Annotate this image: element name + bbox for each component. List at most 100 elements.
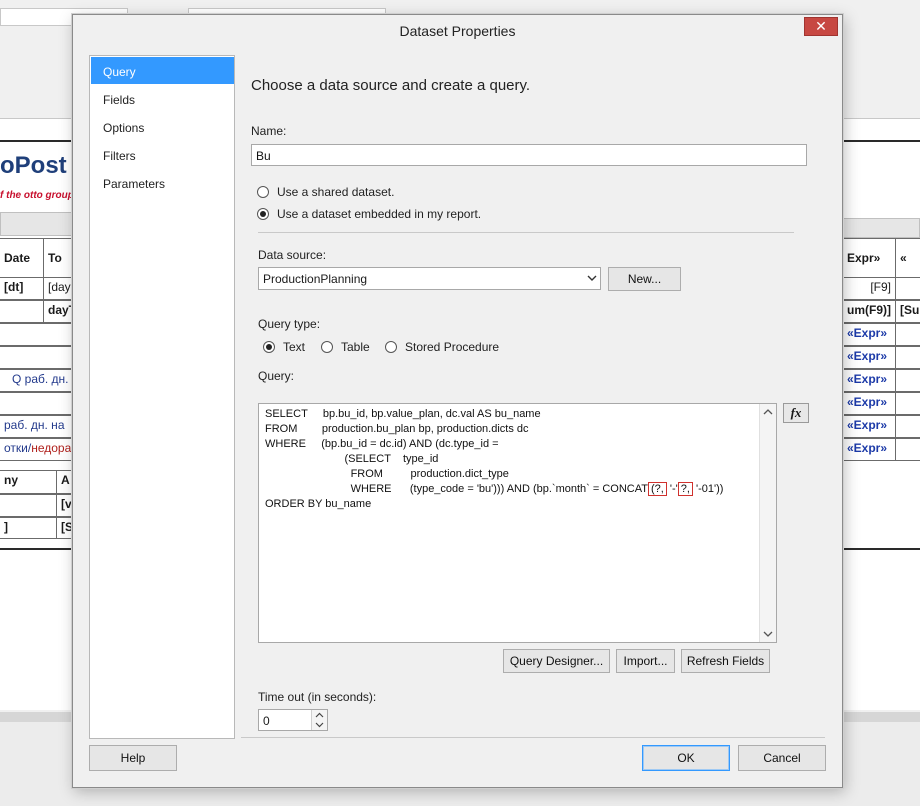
company-logo: oPost f the otto group bbox=[0, 152, 74, 201]
table-cell-expr-2: «Expr» bbox=[842, 346, 896, 369]
radio-shared-indicator[interactable] bbox=[257, 186, 269, 198]
radio-shared-label: Use a shared dataset. bbox=[277, 185, 395, 199]
table-cell-blank-right bbox=[895, 277, 920, 300]
report-header-band-right bbox=[843, 218, 920, 238]
timeout-value: 0 bbox=[263, 714, 270, 728]
fx-icon: fx bbox=[790, 405, 802, 420]
data-source-select[interactable]: ProductionPlanning bbox=[258, 267, 601, 290]
dataset-properties-dialog: Dataset Properties ✕ Query Fields Option… bbox=[72, 14, 843, 788]
table-cell-f9: [F9] bbox=[842, 277, 896, 300]
timeout-label: Time out (in seconds): bbox=[258, 690, 377, 704]
chevron-down-icon bbox=[587, 275, 597, 281]
table-cell-bracket: ] bbox=[0, 517, 57, 539]
table-cell-right-6 bbox=[895, 438, 920, 461]
close-button[interactable]: ✕ bbox=[804, 17, 838, 36]
table-header-expr: Expr» bbox=[842, 238, 896, 278]
table-cell-right-5 bbox=[895, 415, 920, 438]
radio-sp-label: Stored Procedure bbox=[405, 340, 500, 354]
table-header-guillemet: « bbox=[895, 238, 920, 278]
table-cell-su: [Su bbox=[895, 300, 920, 323]
nav-item-options[interactable]: Options bbox=[91, 113, 234, 140]
radio-query-text[interactable]: Text bbox=[263, 340, 305, 354]
radio-embedded-dataset[interactable]: Use a dataset embedded in my report. bbox=[257, 207, 481, 221]
radio-table-label: Table bbox=[341, 340, 370, 354]
help-button[interactable]: Help bbox=[89, 745, 177, 771]
table-cell-empty bbox=[0, 300, 44, 323]
dialog-nav: Query Fields Options Filters Parameters bbox=[89, 55, 235, 739]
table-header-date: Date bbox=[0, 238, 44, 278]
table-cell-right-1 bbox=[895, 323, 920, 346]
table-cell-work-days-on: раб. дн. на bbox=[0, 415, 74, 438]
nav-item-parameters[interactable]: Parameters bbox=[91, 169, 234, 196]
ok-button[interactable]: OK bbox=[642, 745, 730, 771]
parameter-marker: ?, bbox=[677, 482, 693, 496]
dialog-title: Dataset Properties bbox=[399, 23, 516, 39]
query-line: FROM production.dict_type bbox=[265, 468, 509, 480]
parameter-marker: (?, bbox=[648, 482, 667, 496]
query-label: Query: bbox=[258, 369, 295, 383]
table-cell-ny: ny bbox=[0, 470, 57, 494]
query-line: FROM production.bu_plan bp, production.d… bbox=[265, 423, 529, 435]
refresh-fields-button[interactable]: Refresh Fields bbox=[681, 649, 770, 673]
name-field[interactable]: Bu bbox=[251, 144, 807, 166]
nav-item-fields[interactable]: Fields bbox=[91, 85, 234, 112]
spin-down-icon[interactable] bbox=[314, 720, 325, 729]
scroll-down-icon[interactable] bbox=[760, 625, 776, 642]
radio-text-indicator[interactable] bbox=[263, 341, 275, 353]
separator bbox=[258, 232, 794, 233]
data-source-value: ProductionPlanning bbox=[263, 272, 368, 286]
table-cell-expr-6: «Expr» bbox=[842, 438, 896, 461]
table-cell-expr-3: «Expr» bbox=[842, 369, 896, 392]
table-cell-expr-5: «Expr» bbox=[842, 415, 896, 438]
table-cell-blank-ny bbox=[0, 494, 57, 517]
name-label: Name: bbox=[251, 124, 287, 138]
spinner-arrows[interactable] bbox=[311, 710, 327, 730]
expression-button[interactable]: fx bbox=[783, 403, 809, 423]
radio-table-indicator[interactable] bbox=[321, 341, 333, 353]
query-type-label: Query type: bbox=[258, 317, 321, 331]
nav-item-query[interactable]: Query bbox=[91, 57, 234, 84]
footer-separator bbox=[241, 737, 825, 738]
radio-sp-indicator[interactable] bbox=[385, 341, 397, 353]
query-page: Choose a data source and create a query.… bbox=[241, 55, 837, 739]
table-cell-q-work-days: Q раб. дн. bbox=[0, 369, 74, 392]
import-button[interactable]: Import... bbox=[616, 649, 675, 673]
query-line: SELECT bp.bu_id, bp.value_plan, dc.val A… bbox=[265, 408, 541, 420]
table-cell-dt: [dt] bbox=[0, 277, 44, 300]
radio-embedded-label: Use a dataset embedded in my report. bbox=[277, 207, 482, 221]
query-line: ORDER BY bu_name bbox=[265, 498, 372, 510]
dialog-titlebar[interactable]: Dataset Properties ✕ bbox=[73, 15, 842, 47]
table-cell-dayt: dayT bbox=[43, 300, 74, 323]
scroll-up-icon[interactable] bbox=[760, 404, 776, 421]
table-cell-right-2 bbox=[895, 346, 920, 369]
table-row-blank-3 bbox=[0, 392, 74, 415]
radio-text-label: Text bbox=[283, 340, 306, 354]
query-line: (SELECT type_id bbox=[265, 453, 439, 465]
table-row-blank-2 bbox=[0, 346, 74, 369]
table-cell-sum-f9: um(F9)] bbox=[842, 300, 896, 323]
query-line-concat: WHERE (type_code = 'bu'))) AND (bp.`mont… bbox=[265, 482, 724, 496]
table-cell-right-3 bbox=[895, 369, 920, 392]
spin-up-icon[interactable] bbox=[314, 711, 325, 720]
table-cell-right-4 bbox=[895, 392, 920, 415]
query-designer-button[interactable]: Query Designer... bbox=[503, 649, 610, 673]
page-heading: Choose a data source and create a query. bbox=[251, 77, 531, 94]
data-source-label: Data source: bbox=[258, 248, 327, 262]
query-textarea[interactable]: SELECT bp.bu_id, bp.value_plan, dc.val A… bbox=[258, 403, 777, 643]
table-row-blank bbox=[0, 323, 74, 346]
table-cell-expr-1: «Expr» bbox=[842, 323, 896, 346]
timeout-spinner[interactable]: 0 bbox=[258, 709, 328, 731]
radio-query-table[interactable]: Table bbox=[321, 340, 370, 354]
radio-shared-dataset[interactable]: Use a shared dataset. bbox=[257, 185, 394, 199]
table-cell-otki: отки/недора bbox=[0, 438, 74, 461]
report-header-band bbox=[0, 212, 72, 236]
table-cell-expr-4: «Expr» bbox=[842, 392, 896, 415]
radio-query-stored-procedure[interactable]: Stored Procedure bbox=[385, 340, 499, 354]
radio-embedded-indicator[interactable] bbox=[257, 208, 269, 220]
close-icon: ✕ bbox=[815, 18, 827, 34]
table-cell-day: [day bbox=[43, 277, 74, 300]
new-data-source-button[interactable]: New... bbox=[608, 267, 681, 291]
cancel-button[interactable]: Cancel bbox=[738, 745, 826, 771]
nav-item-filters[interactable]: Filters bbox=[91, 141, 234, 168]
query-scrollbar[interactable] bbox=[759, 404, 776, 642]
